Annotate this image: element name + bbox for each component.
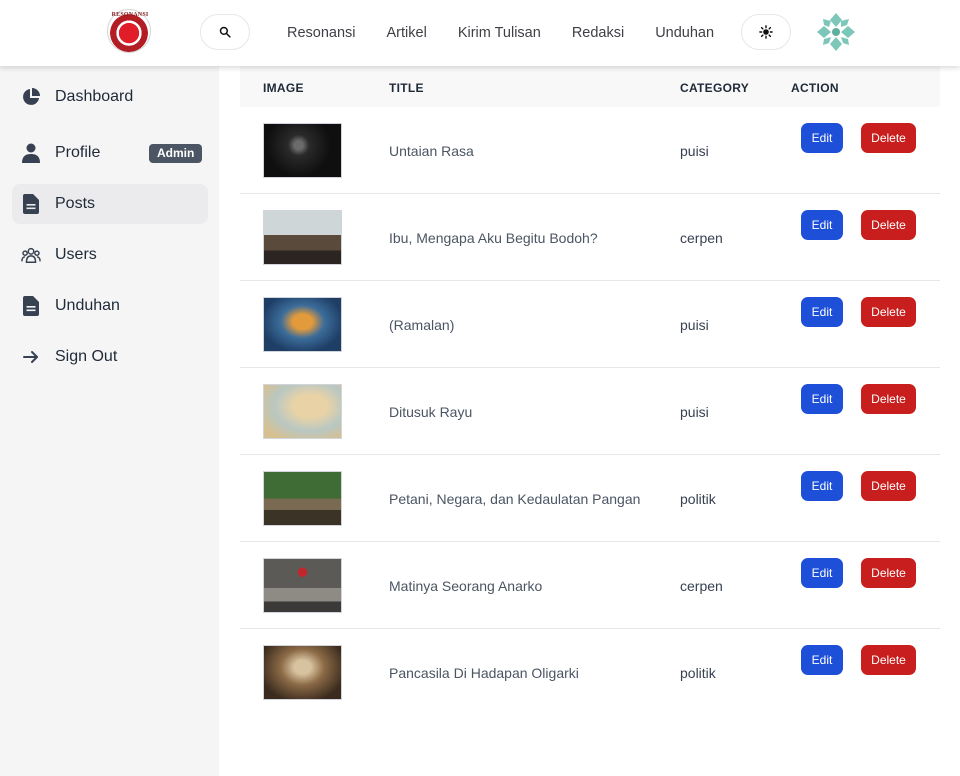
main-nav: Resonansi Artikel Kirim Tulisan Redaksi … <box>287 0 745 66</box>
table-row: Petani, Negara, dan Kedaulatan Pangan po… <box>240 455 940 542</box>
post-title: Untaian Rasa <box>389 143 474 159</box>
nav-unduhan[interactable]: Unduhan <box>655 25 714 41</box>
sidebar-item-sign-out[interactable]: Sign Out <box>12 337 208 377</box>
nav-artikel[interactable]: Artikel <box>387 25 427 41</box>
sidebar-item-label: Posts <box>55 195 96 212</box>
post-thumbnail <box>263 123 342 178</box>
pie-chart-icon <box>21 87 41 107</box>
nav-redaksi[interactable]: Redaksi <box>572 25 624 41</box>
admin-badge: Admin <box>149 144 203 163</box>
edit-button[interactable]: Edit <box>801 645 843 675</box>
delete-button[interactable]: Delete <box>861 471 916 501</box>
search-button[interactable] <box>200 14 250 50</box>
column-header-category: CATEGORY <box>680 81 750 95</box>
post-thumbnail <box>263 210 342 265</box>
delete-button[interactable]: Delete <box>861 384 916 414</box>
table-row: Ditusuk Rayu puisi Edit Delete <box>240 368 940 455</box>
search-icon <box>219 26 231 38</box>
post-category: politik <box>680 491 716 507</box>
edit-button[interactable]: Edit <box>801 558 843 588</box>
post-title: (Ramalan) <box>389 317 455 333</box>
file-icon <box>21 296 41 316</box>
post-title: Pancasila Di Hadapan Oligarki <box>389 665 579 681</box>
avatar-icon <box>815 11 857 53</box>
edit-button[interactable]: Edit <box>801 471 843 501</box>
table-row: (Ramalan) puisi Edit Delete <box>240 281 940 368</box>
delete-button[interactable]: Delete <box>861 558 916 588</box>
post-title: Petani, Negara, dan Kedaulatan Pangan <box>389 491 641 507</box>
posts-table: IMAGE TITLE CATEGORY ACTION Untaian Rasa… <box>240 66 940 716</box>
sidebar-item-label: Sign Out <box>55 348 118 365</box>
post-title: Matinya Seorang Anarko <box>389 578 543 594</box>
table-row: Pancasila Di Hadapan Oligarki politik Ed… <box>240 629 940 716</box>
edit-button[interactable]: Edit <box>801 384 843 414</box>
post-category: cerpen <box>680 230 723 246</box>
post-thumbnail <box>263 558 342 613</box>
post-category: puisi <box>680 317 709 333</box>
column-header-image: IMAGE <box>263 81 304 95</box>
users-icon <box>21 245 41 265</box>
table-row: Matinya Seorang Anarko cerpen Edit Delet… <box>240 542 940 629</box>
post-category: puisi <box>680 404 709 420</box>
edit-button[interactable]: Edit <box>801 210 843 240</box>
delete-button[interactable]: Delete <box>861 123 916 153</box>
post-title: Ditusuk Rayu <box>389 404 473 420</box>
delete-button[interactable]: Delete <box>861 210 916 240</box>
post-thumbnail <box>263 384 342 439</box>
arrow-right-icon <box>21 347 41 367</box>
table-row: Ibu, Mengapa Aku Begitu Bodoh? cerpen Ed… <box>240 194 940 281</box>
table-row: Untaian Rasa puisi Edit Delete <box>240 107 940 194</box>
sun-icon <box>759 25 773 39</box>
post-category: puisi <box>680 143 709 159</box>
logo-text: RESONANSI <box>111 12 149 18</box>
user-avatar[interactable] <box>815 11 857 53</box>
sidebar-item-profile[interactable]: Profile Admin <box>12 133 208 173</box>
table-header: IMAGE TITLE CATEGORY ACTION <box>240 66 940 107</box>
delete-button[interactable]: Delete <box>861 297 916 327</box>
sidebar-item-posts[interactable]: Posts <box>12 184 208 224</box>
column-header-action: ACTION <box>791 81 839 95</box>
post-category: cerpen <box>680 578 723 594</box>
sidebar-item-label: Unduhan <box>55 297 120 314</box>
sidebar-item-users[interactable]: Users <box>12 235 208 275</box>
edit-button[interactable]: Edit <box>801 297 843 327</box>
delete-button[interactable]: Delete <box>861 645 916 675</box>
user-icon <box>21 143 41 163</box>
post-thumbnail <box>263 471 342 526</box>
sidebar-item-label: Users <box>55 246 97 263</box>
top-navbar: RESONANSI Resonansi Artikel Kirim Tulisa… <box>0 0 960 66</box>
sidebar-item-label: Dashboard <box>55 88 134 105</box>
site-logo[interactable]: RESONANSI <box>107 9 151 53</box>
sidebar: Dashboard Profile Admin Posts Users Undu… <box>0 66 219 776</box>
post-title: Ibu, Mengapa Aku Begitu Bodoh? <box>389 230 598 246</box>
post-thumbnail <box>263 297 342 352</box>
nav-kirim-tulisan[interactable]: Kirim Tulisan <box>458 25 541 41</box>
post-category: politik <box>680 665 716 681</box>
column-header-title: TITLE <box>389 81 424 95</box>
post-thumbnail <box>263 645 342 700</box>
theme-toggle-button[interactable] <box>741 14 791 50</box>
sidebar-item-dashboard[interactable]: Dashboard <box>12 77 208 117</box>
edit-button[interactable]: Edit <box>801 123 843 153</box>
nav-resonansi[interactable]: Resonansi <box>287 25 356 41</box>
document-icon <box>21 194 41 214</box>
sidebar-item-label: Profile <box>55 144 101 161</box>
sidebar-item-unduhan[interactable]: Unduhan <box>12 286 208 326</box>
